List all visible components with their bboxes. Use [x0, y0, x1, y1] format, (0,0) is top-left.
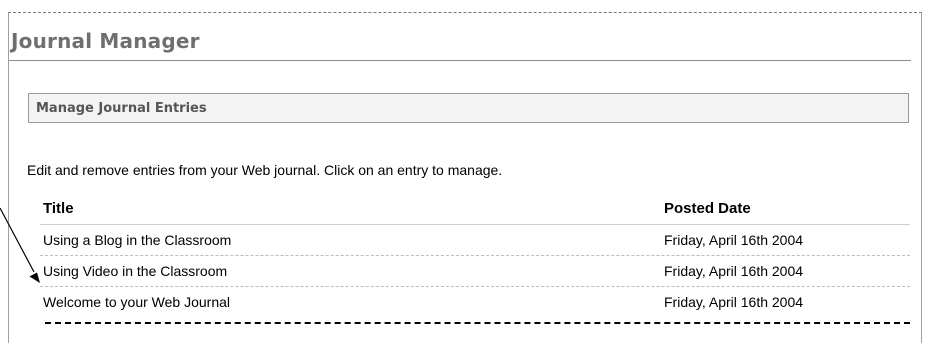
table-bottom-divider — [45, 322, 910, 324]
entry-posted-date: Friday, April 16th 2004 — [664, 232, 804, 248]
entry-title-link[interactable]: Using a Blog in the Classroom — [43, 232, 231, 248]
table-row[interactable]: Using Video in the Classroom Friday, Apr… — [40, 256, 910, 287]
entry-posted-date: Friday, April 16th 2004 — [664, 294, 804, 310]
entry-title-link[interactable]: Using Video in the Classroom — [43, 263, 227, 279]
table-header: Title Posted Date — [40, 194, 910, 225]
title-divider — [9, 60, 911, 61]
entry-title-link[interactable]: Welcome to your Web Journal — [43, 294, 230, 310]
table-row[interactable]: Using a Blog in the Classroom Friday, Ap… — [40, 225, 910, 256]
table-row[interactable]: Welcome to your Web Journal Friday, Apri… — [40, 287, 910, 317]
column-header-title: Title — [43, 200, 74, 217]
page-title: Journal Manager — [11, 29, 200, 53]
section-header-box: Manage Journal Entries — [28, 93, 909, 123]
instructions-text: Edit and remove entries from your Web jo… — [27, 162, 503, 178]
section-title: Manage Journal Entries — [36, 101, 207, 116]
column-header-posted-date: Posted Date — [664, 200, 751, 217]
journal-entries-table: Title Posted Date Using a Blog in the Cl… — [40, 194, 910, 317]
entry-posted-date: Friday, April 16th 2004 — [664, 263, 804, 279]
